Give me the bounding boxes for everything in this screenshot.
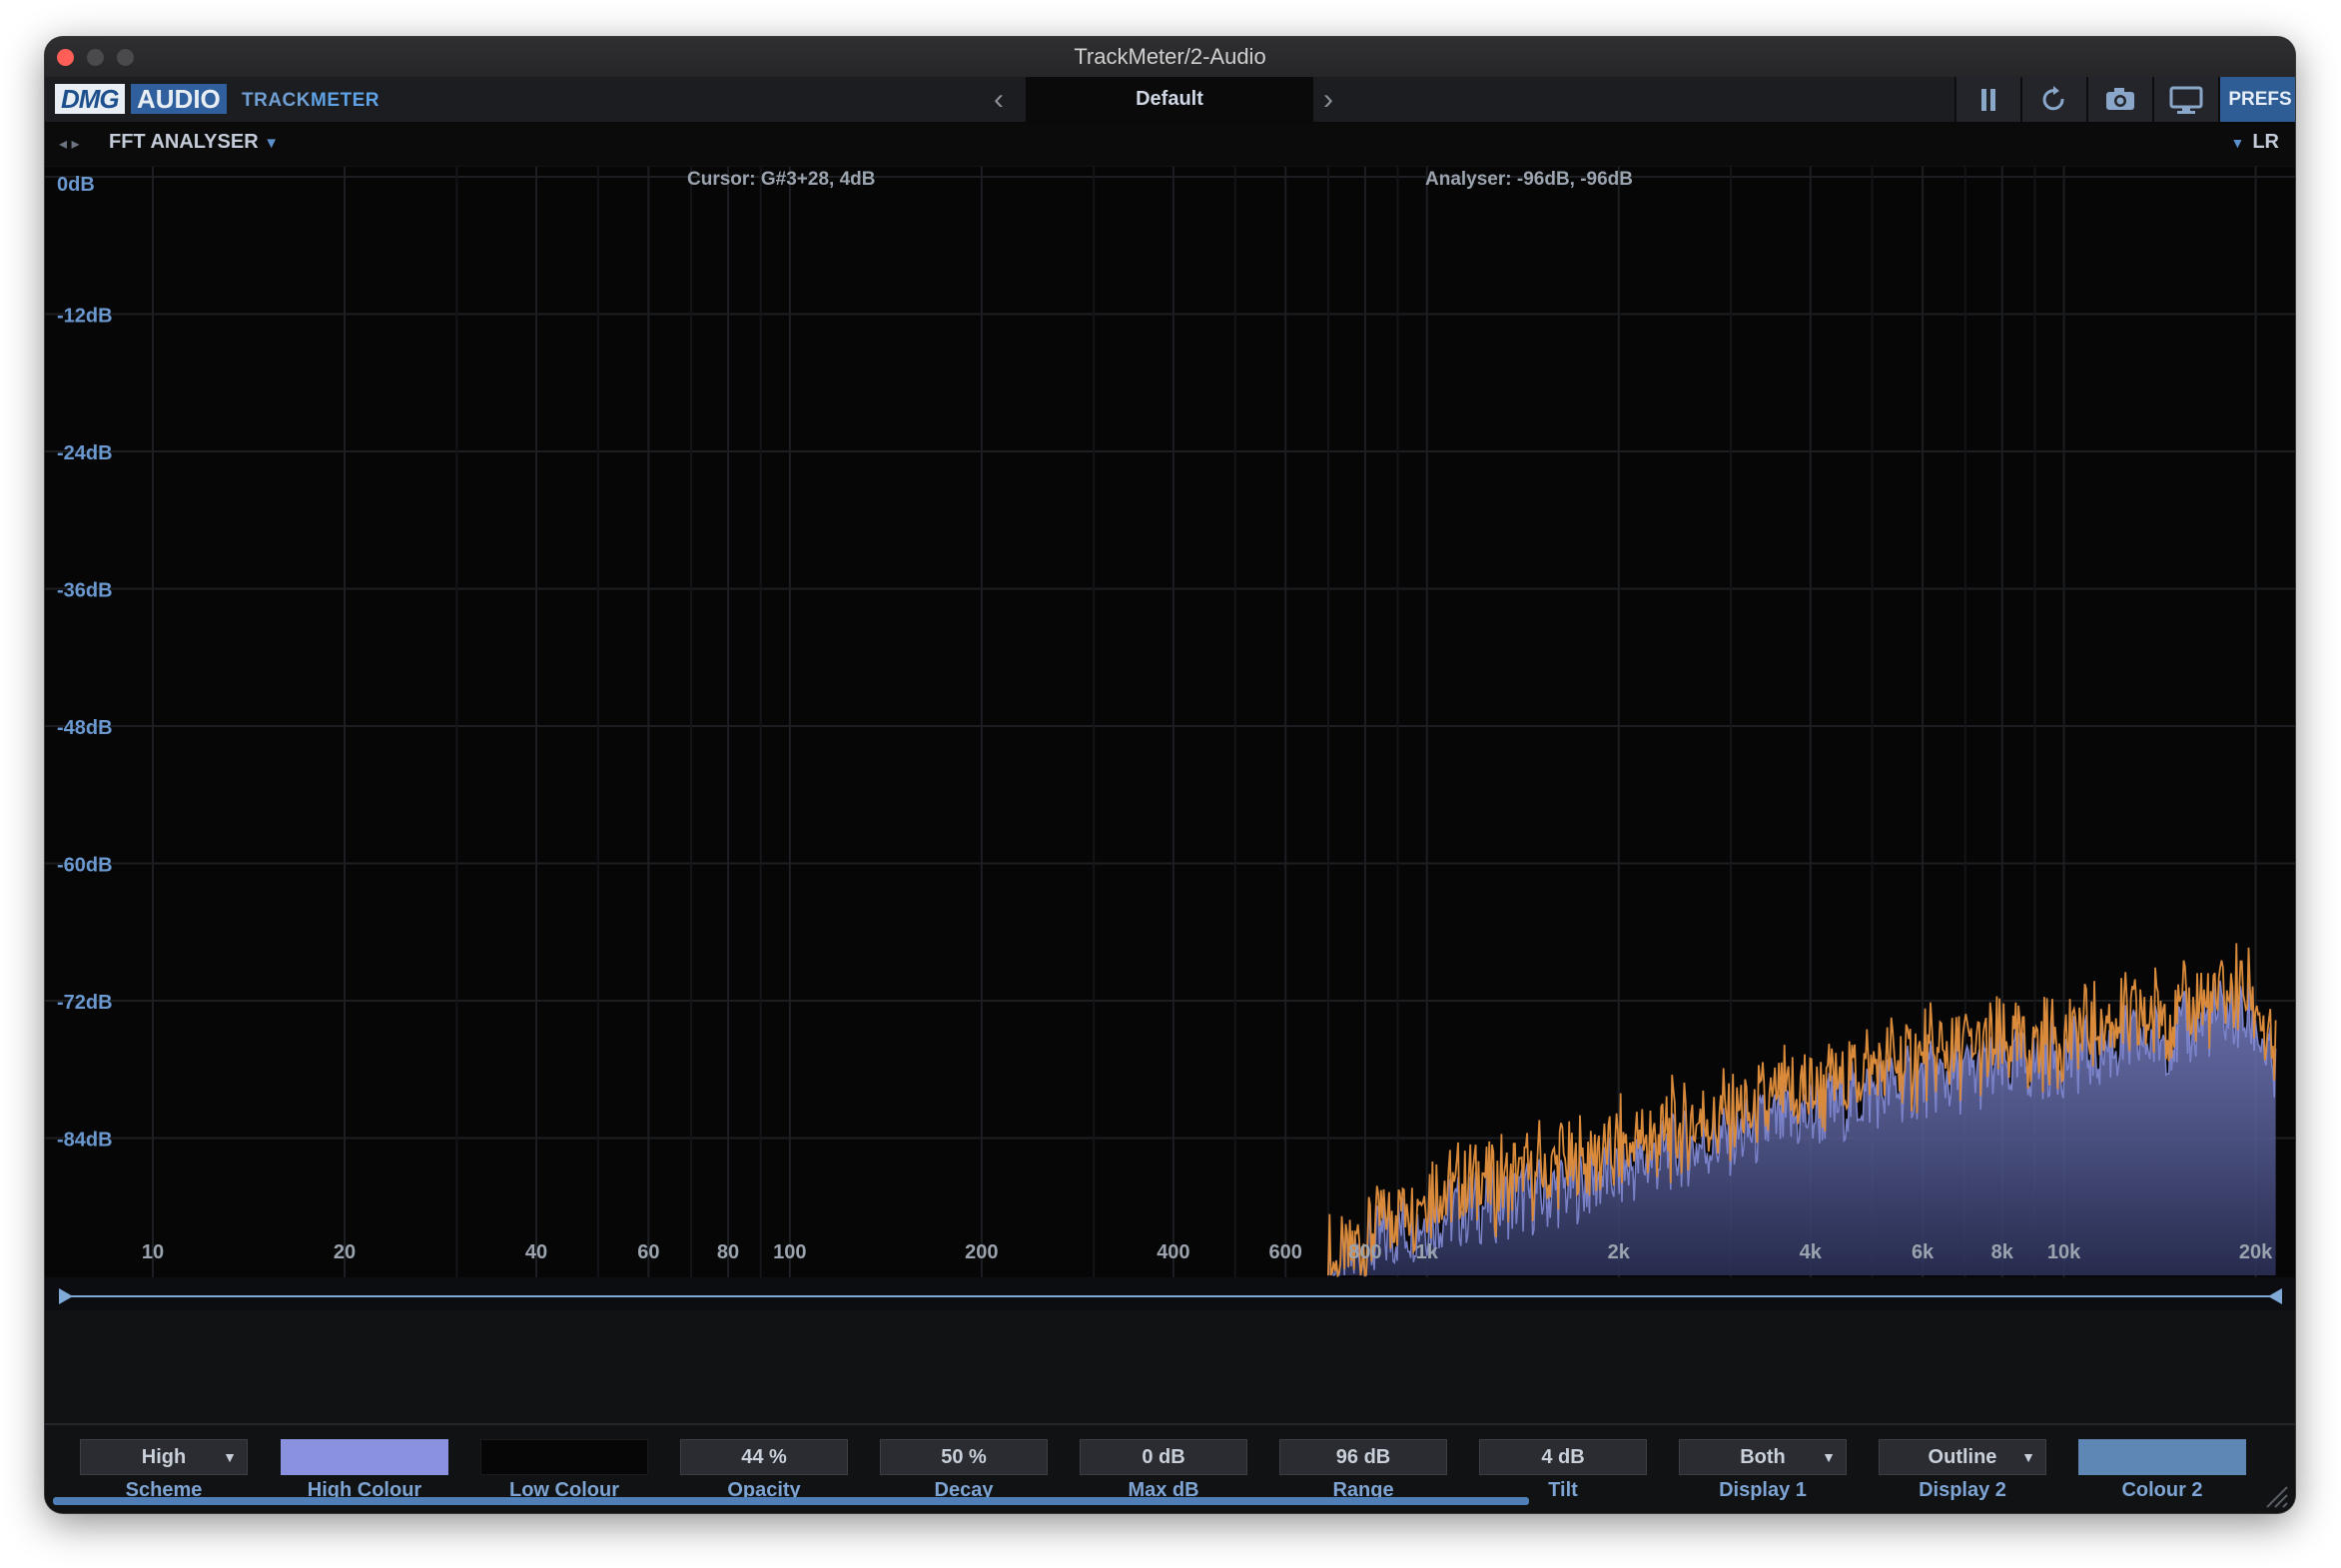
camera-icon xyxy=(2106,88,2134,110)
module-bar: ◂ ▸ FFT ANALYSER ▼ ▼ LR xyxy=(45,124,2295,166)
x-tick-label: 8k xyxy=(1991,1241,2014,1263)
opacity-value[interactable]: 44 % xyxy=(680,1439,848,1475)
control-max_db: 0 dB Max dB xyxy=(1080,1439,1247,1502)
product-name: TRACKMETER xyxy=(242,90,380,112)
fft-chart[interactable]: 0dB -12dB -24dB -36dB -48dB -60dB -72dB -84dB 10… xyxy=(45,167,2295,1310)
horizontal-scrollbar[interactable] xyxy=(53,1497,1529,1505)
prefs-button[interactable]: PREFS xyxy=(2218,77,2295,122)
decay-value[interactable]: 50 % xyxy=(880,1439,1048,1475)
plugin-toolbar: DMG AUDIO TRACKMETER ‹ Default › PREFS xyxy=(45,77,2295,124)
monitor-icon xyxy=(2169,86,2203,114)
scheme-dropdown[interactable]: High ▼ xyxy=(80,1439,248,1475)
caret-down-icon: ▼ xyxy=(2230,135,2245,151)
y-tick-label: 0dB xyxy=(57,174,95,196)
control-range: 96 dB Range xyxy=(1279,1439,1447,1502)
x-tick-label: 60 xyxy=(637,1241,659,1263)
high_colour-swatch[interactable] xyxy=(281,1439,448,1475)
control-tilt: 4 dB Tilt xyxy=(1479,1439,1647,1502)
display2-label: Display 2 xyxy=(1919,1479,2006,1501)
x-tick-label: 20 xyxy=(334,1241,356,1263)
x-tick-label: 6k xyxy=(1912,1241,1935,1263)
resize-grip-icon[interactable] xyxy=(2263,1483,2289,1509)
decay-value-text: 50 % xyxy=(941,1446,987,1468)
y-tick-label: -72dB xyxy=(57,992,113,1014)
plugin-window: TrackMeter/2-Audio DMG AUDIO TRACKMETER … xyxy=(45,37,2295,1513)
tilt-value[interactable]: 4 dB xyxy=(1479,1439,1647,1475)
y-tick-label: -24dB xyxy=(57,442,113,464)
refresh-icon xyxy=(2042,86,2064,111)
low_colour-swatch[interactable] xyxy=(480,1439,648,1475)
display1-dropdown[interactable]: Both ▼ xyxy=(1679,1439,1847,1475)
chevron-left-icon[interactable]: ‹ xyxy=(994,83,1004,117)
reset-button[interactable] xyxy=(2020,77,2086,122)
x-tick-label: 100 xyxy=(773,1241,806,1263)
tilt-value-text: 4 dB xyxy=(1541,1446,1585,1468)
range-value[interactable]: 96 dB xyxy=(1279,1439,1447,1475)
product-name-track: TRACK xyxy=(242,90,311,111)
max_db-value[interactable]: 0 dB xyxy=(1080,1439,1247,1475)
y-tick-label: -60dB xyxy=(57,855,113,877)
chevron-right-icon[interactable]: › xyxy=(1323,83,1333,117)
product-name-meter: METER xyxy=(311,90,380,111)
y-tick-label: -48dB xyxy=(57,717,113,739)
fft-analyser-plot[interactable]: 0dB -12dB -24dB -36dB -48dB -60dB -72dB -84dB 10… xyxy=(45,167,2295,1310)
caret-down-icon: ▼ xyxy=(264,135,280,152)
caret-down-icon: ▼ xyxy=(1822,1449,1836,1465)
display-button[interactable] xyxy=(2152,77,2218,122)
display2-dropdown[interactable]: Outline ▼ xyxy=(1879,1439,2046,1475)
dmg-logo: DMG xyxy=(55,84,125,114)
control-opacity: 44 % Opacity xyxy=(680,1439,848,1502)
y-tick-label: -36dB xyxy=(57,580,113,602)
x-tick-label: 200 xyxy=(965,1241,998,1263)
module-title: FFT ANALYSER xyxy=(109,131,259,153)
display1-value-text: Both xyxy=(1740,1446,1786,1468)
range-slider-bg xyxy=(45,1277,2295,1310)
pause-button[interactable] xyxy=(1954,77,2020,122)
x-tick-label: 4k xyxy=(1800,1241,1823,1263)
control-display1: Both ▼ Display 1 xyxy=(1679,1439,1847,1502)
x-tick-label: 1k xyxy=(1416,1241,1439,1263)
preset-selector[interactable]: Default xyxy=(1026,77,1313,122)
control-high_colour: High Colour xyxy=(281,1439,448,1502)
channel-selector[interactable]: ▼ LR xyxy=(2230,131,2279,154)
pause-icon xyxy=(1981,89,1995,111)
y-tick-label: -84dB xyxy=(57,1130,113,1152)
caret-down-icon: ▼ xyxy=(2021,1449,2035,1465)
control-low_colour: Low Colour xyxy=(480,1439,648,1502)
spectrum-fill xyxy=(1327,980,2276,1275)
snapshot-button[interactable] xyxy=(2086,77,2152,122)
audio-logo: AUDIO xyxy=(131,84,227,114)
colour2-label: Colour 2 xyxy=(2121,1479,2203,1501)
scheme-value-text: High xyxy=(141,1446,187,1468)
x-tick-label: 400 xyxy=(1157,1241,1189,1263)
display1-label: Display 1 xyxy=(1719,1479,1807,1501)
x-tick-label: 20k xyxy=(2239,1241,2273,1263)
module-nav-arrows[interactable]: ◂ ▸ xyxy=(59,134,80,154)
control-display2: Outline ▼ Display 2 xyxy=(1879,1439,2046,1502)
control-scheme: High ▼ Scheme xyxy=(80,1439,248,1502)
window-title: TrackMeter/2-Audio xyxy=(1074,44,1266,69)
control-decay: 50 % Decay xyxy=(880,1439,1048,1502)
channel-label: LR xyxy=(2252,131,2279,153)
title-bar: TrackMeter/2-Audio xyxy=(45,37,2295,78)
colour2-swatch[interactable] xyxy=(2078,1439,2246,1475)
x-tick-label: 600 xyxy=(1269,1241,1302,1263)
caret-down-icon: ▼ xyxy=(223,1449,237,1465)
module-selector[interactable]: FFT ANALYSER ▼ xyxy=(109,131,279,154)
x-tick-label: 80 xyxy=(717,1241,739,1263)
x-tick-label: 2k xyxy=(1608,1241,1631,1263)
max_db-value-text: 0 dB xyxy=(1142,1446,1185,1468)
opacity-value-text: 44 % xyxy=(741,1446,787,1468)
range-value-text: 96 dB xyxy=(1335,1446,1391,1468)
x-tick-label: 40 xyxy=(525,1241,547,1263)
x-tick-label: 10k xyxy=(2047,1241,2081,1263)
x-tick-label: 800 xyxy=(1348,1241,1381,1263)
x-tick-label: 10 xyxy=(142,1241,164,1263)
y-tick-label: -12dB xyxy=(57,306,113,328)
display2-value-text: Outline xyxy=(1928,1446,1997,1468)
analyser-readout: Analyser: -96dB, -96dB xyxy=(1425,169,1633,190)
cursor-readout: Cursor: G#3+28, 4dB xyxy=(687,169,876,190)
control-colour2: Colour 2 xyxy=(2078,1439,2246,1502)
